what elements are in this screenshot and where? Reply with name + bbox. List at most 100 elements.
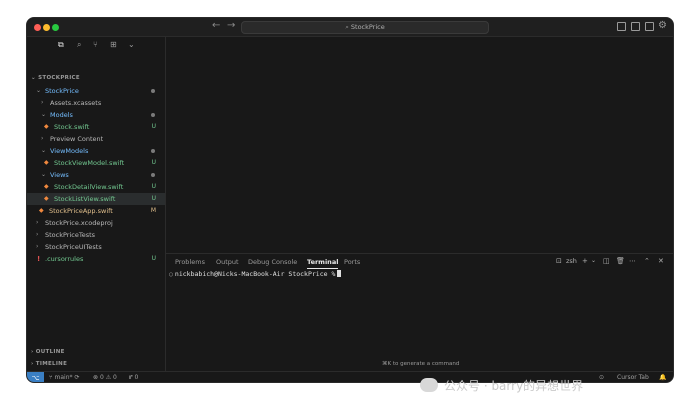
- git-status-badge: M: [150, 207, 156, 214]
- timeline-section-header[interactable]: › TIMELINE: [31, 361, 67, 367]
- command-search-bar[interactable]: ⌕ StockPrice: [241, 21, 489, 34]
- modified-dot-icon: [151, 173, 155, 177]
- git-status-badge: U: [151, 123, 156, 130]
- generate-command-hint: ⌘K to generate a command: [382, 361, 460, 367]
- swift-file-icon: ◆: [44, 159, 49, 166]
- notifications-bell-icon[interactable]: 🔔: [659, 374, 666, 381]
- new-terminal-icon[interactable]: +: [582, 257, 588, 265]
- extensions-icon[interactable]: ⊞: [110, 40, 117, 49]
- back-arrow-icon[interactable]: ←: [212, 20, 220, 31]
- cursor-icon[interactable]: ⊙: [599, 374, 604, 381]
- tree-file-stockviewmodel[interactable]: ◆ StockViewModel.swift U: [27, 157, 165, 169]
- toggle-panel-icon[interactable]: [631, 22, 640, 31]
- warning-icon: ⚠: [105, 374, 112, 381]
- zoom-window-button[interactable]: [52, 24, 59, 31]
- tree-folder-tests[interactable]: › StockPriceTests: [27, 229, 165, 241]
- tree-folder-models[interactable]: ⌄ Models: [27, 109, 165, 121]
- git-status-badge: U: [151, 195, 156, 202]
- tab-ports[interactable]: Ports: [344, 258, 360, 266]
- chevron-right-icon: ›: [36, 231, 39, 238]
- explorer-sidebar: ⧉ ⌕ ⑂ ⊞ ⌄ ⌄ STOCKPRICE ⌄ StockPrice › As…: [27, 37, 166, 371]
- tree-item-label: Preview Content: [50, 135, 104, 143]
- modified-dot-icon: [151, 149, 155, 153]
- chevron-right-icon: ›: [36, 243, 39, 250]
- tree-item-label: StockListView.swift: [54, 195, 116, 203]
- chevron-down-icon: ⌄: [41, 171, 47, 178]
- editor-area[interactable]: [166, 37, 673, 253]
- prompt-text: nickbabich@Nicks-MacBook-Air StockPrice …: [174, 270, 336, 278]
- chevron-down-icon[interactable]: ⌄: [591, 257, 596, 264]
- more-icon[interactable]: ⋯: [629, 257, 636, 265]
- branch-name: main*: [54, 374, 73, 381]
- tree-item-label: Views: [50, 171, 69, 179]
- maximize-panel-icon[interactable]: ⌃: [644, 257, 650, 265]
- modified-dot-icon: [151, 89, 155, 93]
- timeline-header-label: TIMELINE: [35, 361, 68, 367]
- search-text: StockPrice: [350, 23, 385, 31]
- prompt-circle-icon: ○: [169, 270, 173, 278]
- settings-gear-icon[interactable]: ⚙: [658, 20, 667, 31]
- tree-folder-preview-content[interactable]: › Preview Content: [27, 133, 165, 145]
- tree-folder-views[interactable]: ⌄ Views: [27, 169, 165, 181]
- project-section-header[interactable]: ⌄ STOCKPRICE: [31, 75, 80, 81]
- bottom-panel: Problems Output Debug Console Terminal P…: [166, 253, 673, 371]
- tree-item-label: .cursorrules: [45, 255, 84, 263]
- tree-file-cursorrules[interactable]: ! .cursorrules U: [27, 253, 165, 265]
- tree-item-label: StockPriceApp.swift: [49, 207, 113, 215]
- project-header-label: STOCKPRICE: [38, 75, 80, 81]
- tree-folder-viewmodels[interactable]: ⌄ ViewModels: [27, 145, 165, 157]
- close-window-button[interactable]: [34, 24, 41, 31]
- branch-status[interactable]: ⑂ main* ⟳: [49, 374, 79, 381]
- error-count: 0: [99, 374, 104, 381]
- tree-item-label: StockPriceUITests: [45, 243, 102, 251]
- tree-file-stockdetailview[interactable]: ◆ StockDetailView.swift U: [27, 181, 165, 193]
- tab-terminal[interactable]: Terminal: [307, 258, 339, 269]
- git-status-badge: U: [151, 159, 156, 166]
- terminal-cursor: [337, 270, 342, 277]
- close-panel-icon[interactable]: ✕: [658, 257, 664, 265]
- tree-folder-stockprice[interactable]: ⌄ StockPrice: [27, 85, 165, 97]
- ports-icon: ⑈: [129, 374, 133, 381]
- tree-item-label: ViewModels: [50, 147, 89, 155]
- tree-item-label: Stock.swift: [54, 123, 90, 131]
- shell-name[interactable]: zsh: [566, 257, 577, 265]
- chevron-down-icon: ⌄: [36, 87, 42, 94]
- tree-folder-xcodeproj[interactable]: › StockPrice.xcodeproj: [27, 217, 165, 229]
- outline-section-header[interactable]: › OUTLINE: [31, 349, 65, 355]
- chevron-down-icon: ⌄: [41, 111, 47, 118]
- title-bar: ← → ⌕ StockPrice ⚙: [27, 18, 673, 37]
- trash-icon[interactable]: 🗑: [616, 257, 625, 265]
- tree-file-stocklistview[interactable]: ◆ StockListView.swift U: [27, 193, 165, 205]
- files-icon[interactable]: ⧉: [58, 40, 64, 50]
- search-icon[interactable]: ⌕: [77, 40, 81, 50]
- git-status-badge: U: [151, 255, 156, 262]
- chevron-right-icon: ›: [41, 99, 44, 106]
- tree-item-label: StockPrice: [45, 87, 79, 95]
- split-terminal-icon[interactable]: ◫: [603, 257, 610, 265]
- tree-file-stock-swift[interactable]: ◆ Stock.swift U: [27, 121, 165, 133]
- ports-status[interactable]: ⑈ 0: [129, 374, 138, 381]
- toggle-secondary-sidebar-icon[interactable]: [645, 22, 654, 31]
- swift-file-icon: ◆: [44, 195, 49, 202]
- source-control-icon[interactable]: ⑂: [93, 40, 98, 49]
- tree-file-stockpriceapp[interactable]: ◆ StockPriceApp.swift M: [27, 205, 165, 217]
- problems-status[interactable]: ⊗ 0 ⚠ 0: [93, 374, 117, 381]
- tree-item-label: StockPriceTests: [45, 231, 96, 239]
- watermark-text: 公众号 · barry的异想世界: [444, 379, 584, 393]
- remote-icon[interactable]: ⌥: [27, 372, 44, 382]
- forward-arrow-icon[interactable]: →: [227, 20, 235, 31]
- tree-folder-assets[interactable]: › Assets.xcassets: [27, 97, 165, 109]
- toggle-sidebar-icon[interactable]: [617, 22, 626, 31]
- tab-output[interactable]: Output: [216, 258, 239, 266]
- terminal-prompt[interactable]: ○ nickbabich@Nicks-MacBook-Air StockPrice…: [169, 270, 342, 278]
- tab-debug-console[interactable]: Debug Console: [248, 258, 297, 266]
- minimize-window-button[interactable]: [43, 24, 50, 31]
- tree-folder-uitests[interactable]: › StockPriceUITests: [27, 241, 165, 253]
- terminal-shell-icon[interactable]: ⊡: [556, 257, 562, 265]
- chevron-right-icon: ›: [41, 135, 44, 142]
- tab-problems[interactable]: Problems: [175, 258, 205, 266]
- cursor-tab-status[interactable]: Cursor Tab: [617, 374, 649, 381]
- ide-window: ← → ⌕ StockPrice ⚙ ⧉ ⌕ ⑂ ⊞ ⌄ ⌄ STOCKPRICE…: [26, 17, 674, 383]
- chevron-down-icon[interactable]: ⌄: [128, 40, 135, 49]
- warning-count: 0: [113, 374, 117, 381]
